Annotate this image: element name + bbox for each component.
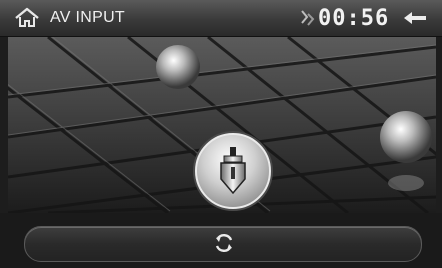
home-icon [15,7,39,27]
clock-icon [298,8,316,28]
av-input-button[interactable] [191,129,275,213]
bottom-area [0,213,442,268]
header-bar: AV INPUT 00:56 [0,0,442,37]
clock-display: 00:56 [318,6,390,31]
refresh-icon [215,234,233,252]
bottom-control-bar [24,226,422,262]
av-input-screen: AV INPUT 00:56 [0,0,442,268]
refresh-button[interactable] [213,232,235,254]
page-title: AV INPUT [50,9,126,26]
back-button[interactable] [400,7,430,29]
video-preview [8,37,436,213]
home-button[interactable] [14,6,40,30]
back-arrow-icon [404,12,426,24]
av-input-plug-icon [193,131,273,211]
